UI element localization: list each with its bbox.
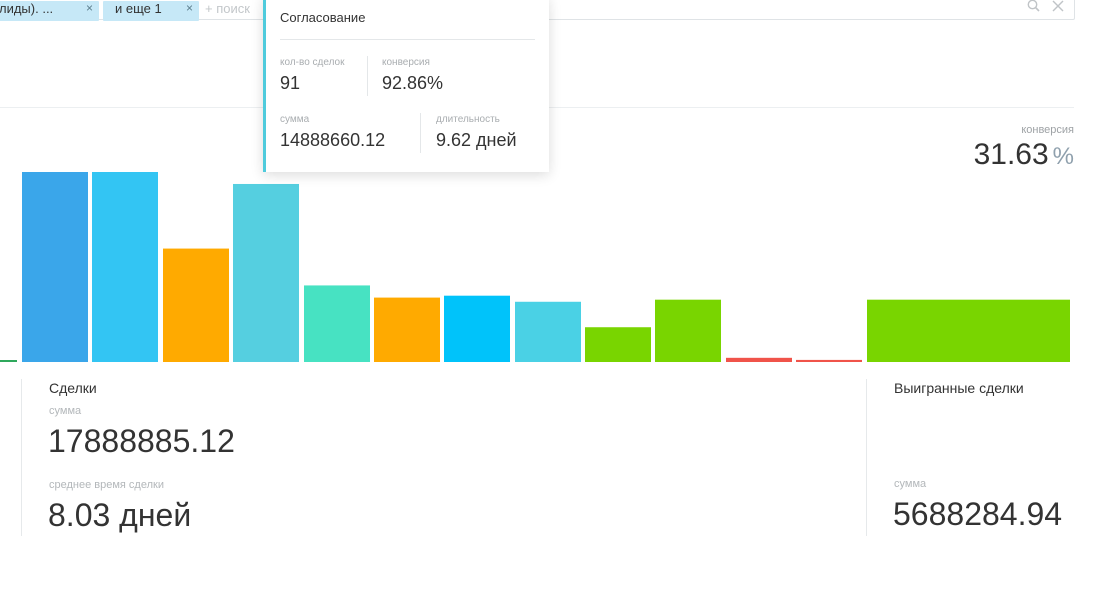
- tooltip-conversion-label: конверсия: [382, 57, 430, 68]
- deals-sum-label: сумма: [49, 405, 82, 417]
- tooltip-col-divider: [420, 113, 421, 153]
- tooltip-deals-count-label: кол-во сделок: [280, 57, 345, 68]
- tooltip-title: Согласование: [280, 10, 366, 25]
- funnel-stage-bar[interactable]: [163, 248, 229, 362]
- funnel-stage-bar[interactable]: [22, 172, 88, 362]
- funnel-stage-bar[interactable]: [726, 357, 792, 362]
- funnel-report: лиды). ... × и еще 1 × + поиск конверсия…: [0, 0, 1099, 606]
- card-divider: [21, 379, 22, 536]
- tooltip-sum-label: сумма: [280, 114, 310, 125]
- won-sum-value: 5688284.94: [893, 496, 1063, 532]
- tooltip-duration: длительность 9.62 дней: [436, 114, 517, 151]
- tooltip-sum-value: 14888660.12: [280, 130, 386, 150]
- funnel-stage-bar[interactable]: [796, 359, 862, 362]
- chip-close-icon[interactable]: ×: [186, 1, 193, 16]
- deals-sum-value: 17888885.12: [48, 423, 235, 459]
- tooltip-conversion: конверсия 92.86%: [382, 57, 443, 94]
- deals-card-title: Сделки: [49, 380, 97, 396]
- filter-chip-label: лиды). ...: [0, 1, 54, 16]
- funnel-stage-bar[interactable]: [374, 297, 440, 362]
- stage-tooltip: Согласование кол-во сделок 91 конверсия …: [263, 0, 549, 172]
- funnel-stage-bar[interactable]: [515, 301, 581, 362]
- funnel-stage-bar[interactable]: [0, 360, 17, 362]
- tooltip-deals-count-value: 91: [280, 73, 301, 93]
- tooltip-conversion-value: 92.86%: [382, 73, 444, 93]
- funnel-stage-bar[interactable]: [585, 327, 651, 362]
- filter-chip-more[interactable]: и еще 1 ×: [103, 1, 199, 21]
- won-sum-label: сумма: [894, 478, 927, 490]
- funnel-stage-bar[interactable]: [92, 172, 158, 362]
- funnel-stage-bar[interactable]: [867, 299, 1070, 362]
- deals-avg-time-value: 8.03 дней: [48, 497, 192, 533]
- search-icon[interactable]: [1027, 0, 1040, 15]
- tooltip-duration-value: 9.62 дней: [436, 130, 517, 150]
- deals-avg-time-label: среднее время сделки: [49, 479, 164, 491]
- chip-close-icon[interactable]: ×: [86, 1, 93, 16]
- filter-chip-label: и еще 1: [115, 1, 162, 16]
- funnel-stage-bar[interactable]: [655, 299, 721, 362]
- tooltip-deals-count: кол-во сделок 91: [280, 57, 344, 94]
- filter-chip[interactable]: лиды). ... ×: [0, 1, 99, 21]
- search-input[interactable]: + поиск: [205, 1, 250, 16]
- tooltip-divider: [280, 39, 535, 40]
- funnel-stage-bar[interactable]: [444, 295, 510, 362]
- tooltip-duration-label: длительность: [436, 114, 500, 125]
- card-divider: [866, 379, 867, 536]
- close-icon[interactable]: [1052, 0, 1064, 15]
- tooltip-col-divider: [367, 56, 368, 96]
- funnel-stage-bar[interactable]: [233, 183, 299, 362]
- funnel-stage-bar[interactable]: [304, 285, 370, 362]
- won-card-title: Выигранные сделки: [894, 380, 1024, 396]
- tooltip-sum: сумма 14888660.12: [280, 114, 385, 151]
